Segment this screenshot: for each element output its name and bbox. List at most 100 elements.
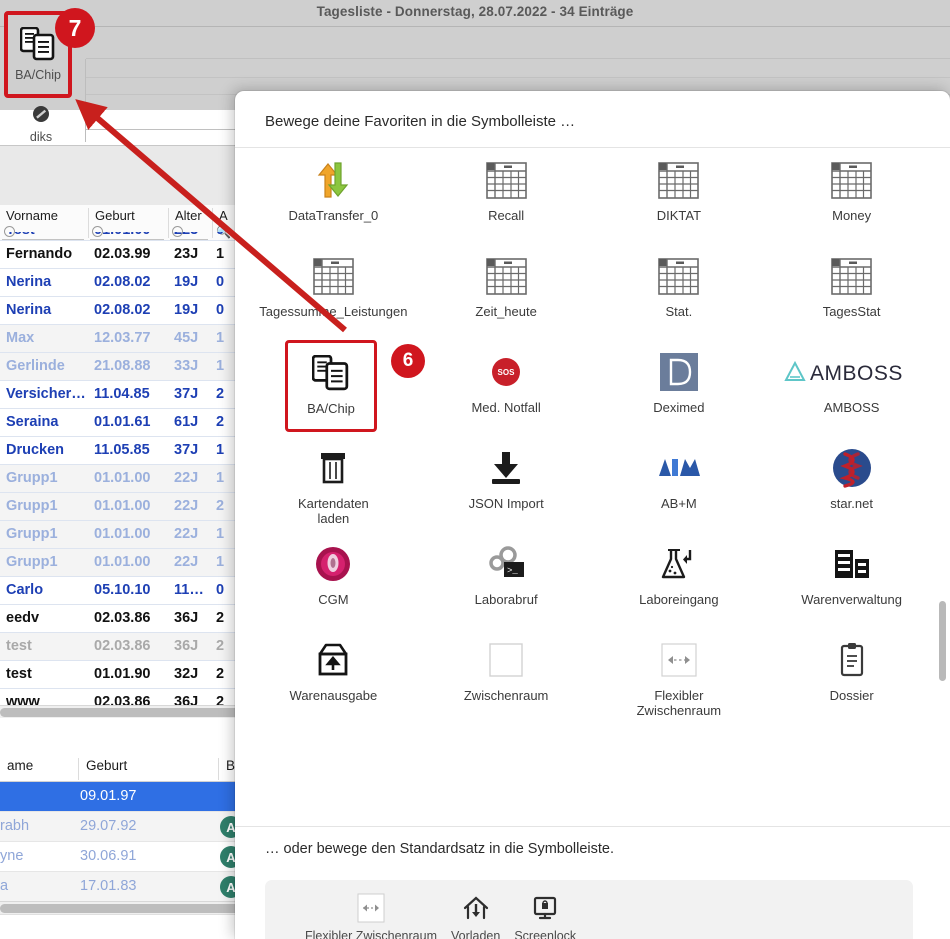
palette-item-cgm[interactable]: CGM: [247, 532, 420, 628]
amboss-logo-icon: AMBOSS: [782, 349, 922, 395]
toolbar-rule-top: [86, 58, 950, 59]
cell-geburt: 01.01.61: [94, 414, 151, 430]
cell-vorname: eedv: [6, 610, 40, 626]
palette-item-diktat[interactable]: DIKTAT: [593, 148, 766, 244]
table-grid-icon: [831, 253, 872, 299]
palette-item-label: BA/Chip: [307, 401, 355, 416]
standard-item-vorladen[interactable]: Vorladen: [451, 890, 500, 939]
table-grid-icon: [658, 253, 700, 299]
window-title: Tagesliste - Donnerstag, 28.07.2022 - 34…: [316, 4, 634, 19]
cell-geburt: 02.03.99: [94, 246, 151, 262]
palette-item-label: Zeit_heute: [475, 304, 537, 319]
gears-terminal-icon: >_: [486, 541, 526, 587]
palette-item-label: AB+M: [660, 496, 697, 511]
palette-item-warenausgabe[interactable]: Warenausgabe: [247, 628, 420, 724]
cell-geburt: 29.07.92: [80, 818, 137, 834]
cell-geburt: 01.01.00: [94, 554, 151, 570]
palette-item-json-import[interactable]: JSON Import: [420, 436, 593, 532]
palette-item-recall[interactable]: Recall: [420, 148, 593, 244]
abm-logo-icon: [657, 445, 701, 491]
cell-geburt: 21.08.88: [94, 358, 151, 374]
cell-alter: 22J: [174, 498, 199, 514]
cell-alter: 33J: [174, 358, 199, 374]
monitor-lock-icon: [530, 890, 560, 926]
toolbar-item-diks[interactable]: diks: [0, 104, 82, 144]
standard-item-flexibler-zwischenraum[interactable]: Flexibler Zwischenraum: [305, 890, 437, 939]
palette-item-label: Warenausgabe: [289, 688, 378, 703]
cell-geburt: 12.03.77: [94, 330, 151, 346]
cell-alter: 223: [174, 232, 212, 238]
pill-icon: [31, 104, 51, 129]
palette-item-laborabruf[interactable]: >_ Laborabruf: [420, 532, 593, 628]
clipboard-icon: [837, 637, 867, 683]
palette-item-deximed[interactable]: Deximed: [593, 340, 766, 436]
cell-vorname: test: [6, 638, 32, 654]
palette-item-stat-[interactable]: Stat.: [593, 244, 766, 340]
cell-name: rabh: [0, 818, 30, 834]
cell-alter: 22J: [174, 526, 199, 542]
card-reader-icon: [317, 445, 349, 491]
deximed-d-icon: [659, 349, 698, 395]
palette-item-laboreingang[interactable]: Laboreingang: [593, 532, 766, 628]
cell-alter: 22J: [174, 470, 199, 486]
palette-item-tagesstat[interactable]: TagesStat: [765, 244, 938, 340]
table-grid-icon: [658, 157, 700, 203]
palette-item-label: Recall: [488, 208, 525, 223]
palette-item-flexibler-zwischenraum[interactable]: Flexibler Zwischenraum: [593, 628, 766, 724]
window-titlebar: Tagesliste - Donnerstag, 28.07.2022 - 34…: [0, 0, 950, 27]
palette-item-tagessumme-leistungen[interactable]: Tagessumme_Leistungen: [247, 244, 420, 340]
cell-geburt: 01.01.00: [94, 232, 170, 238]
sos-circle-icon: SOS: [491, 349, 521, 395]
palette-item-ba-chip[interactable]: BA/Chip 6: [285, 340, 425, 432]
palette-item-label: star.net: [830, 496, 873, 511]
sheet-subtitle: … oder bewege den Standardsatz in die Sy…: [265, 841, 615, 857]
palette-item-amboss[interactable]: AMBOSS AMBOSS: [765, 340, 938, 436]
cell-vorname: Fernando: [6, 246, 73, 262]
cell-alter: 37J: [174, 442, 199, 458]
cell-geburt: 01.01.00: [94, 526, 151, 542]
palette-item-datatransfer-0[interactable]: DataTransfer_0: [247, 148, 420, 244]
cell-vorname: Gerlinde: [6, 358, 65, 374]
palette-item-label: JSON Import: [468, 496, 544, 511]
palette-item-label: Laboreingang: [639, 592, 719, 607]
column-header-geburt2[interactable]: Geburt: [78, 758, 218, 780]
sheet-separator-mid: [235, 826, 950, 827]
cell-alter: 36J: [174, 638, 199, 654]
palette-item-dossier[interactable]: Dossier: [765, 628, 938, 724]
palette-item-label: Dossier: [829, 688, 874, 703]
building-icon: [833, 541, 871, 587]
palette-item-kartendaten-laden[interactable]: Kartendaten laden: [247, 436, 420, 532]
palette-item-money[interactable]: Money: [765, 148, 938, 244]
cell-alter: 19J: [174, 274, 199, 290]
palette-item-zeit-heute[interactable]: Zeit_heute: [420, 244, 593, 340]
cell-vorname: Max: [6, 330, 35, 346]
palette-item-label: Laborabruf: [474, 592, 538, 607]
starnet-helix-icon: [832, 445, 872, 491]
table-grid-icon: [485, 157, 527, 203]
screen-root: Tagesliste - Donnerstag, 28.07.2022 - 34…: [0, 0, 950, 939]
table-grid-icon: [485, 253, 527, 299]
sheet-scrollbar-thumb[interactable]: [939, 601, 946, 681]
palette-item-med-notfall[interactable]: SOS Med. Notfall: [420, 340, 593, 436]
cell-vorname: Test: [6, 232, 92, 238]
palette-item-label: Warenverwaltung: [801, 592, 902, 607]
cell-geburt: 01.01.90: [94, 666, 151, 682]
cell-geburt: 09.01.97: [80, 788, 137, 804]
palette-item-ab-m[interactable]: AB+M: [593, 436, 766, 532]
palette-item-warenverwaltung[interactable]: Warenverwaltung: [765, 532, 938, 628]
cell-vorname: Grupp1: [6, 498, 58, 514]
icon-palette: DataTransfer_0 Recall DIKTAT Money Tages…: [247, 148, 938, 826]
palette-item-zwischenraum[interactable]: Zwischenraum: [420, 628, 593, 724]
standard-item-screenlock[interactable]: Screenlock: [514, 890, 576, 939]
step-badge-7: 7: [55, 8, 95, 48]
cell-alter: 36J: [174, 610, 199, 626]
cell-alter: 19J: [174, 302, 199, 318]
icon-palette-grid: DataTransfer_0 Recall DIKTAT Money Tages…: [247, 148, 938, 724]
table-grid-icon: [831, 157, 872, 203]
palette-item-label: Flexibler Zwischenraum: [636, 688, 722, 718]
cell-geburt: 02.03.86: [94, 610, 151, 626]
cgm-disc-icon: [315, 541, 351, 587]
cell-geburt: 17.01.83: [80, 878, 137, 894]
column-header-name2[interactable]: ame: [0, 758, 78, 780]
palette-item-star-net[interactable]: star.net: [765, 436, 938, 532]
